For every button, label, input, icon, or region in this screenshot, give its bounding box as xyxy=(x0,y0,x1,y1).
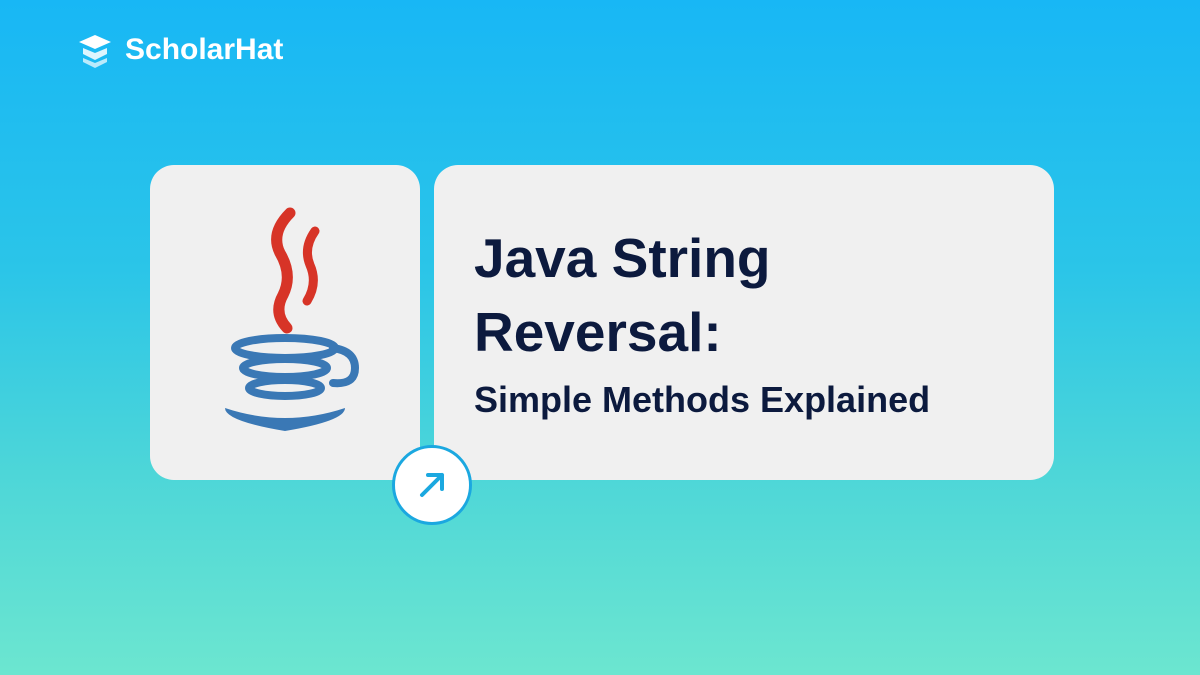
arrow-up-right-icon xyxy=(414,467,450,503)
brand-name: ScholarHat xyxy=(125,33,283,67)
java-logo-card xyxy=(150,165,420,480)
java-logo-icon xyxy=(195,203,375,443)
scholarhat-logo-icon xyxy=(75,30,115,70)
arrow-badge xyxy=(392,445,472,525)
title-card: Java String Reversal: Simple Methods Exp… xyxy=(434,165,1054,480)
brand-logo: ScholarHat xyxy=(75,30,283,70)
main-content: Java String Reversal: Simple Methods Exp… xyxy=(150,165,1054,480)
main-title: Java String Reversal: xyxy=(474,221,1014,370)
subtitle: Simple Methods Explained xyxy=(474,377,1014,424)
